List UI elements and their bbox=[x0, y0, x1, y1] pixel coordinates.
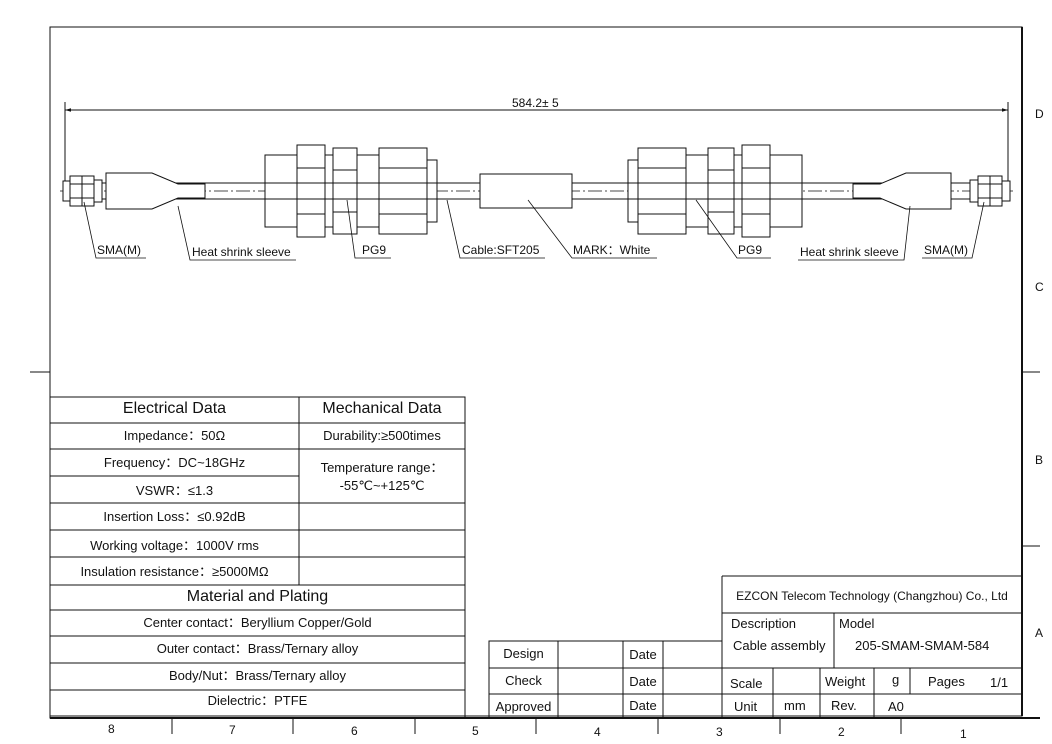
zone-row-c: C bbox=[1035, 280, 1044, 294]
design-label: Design bbox=[503, 646, 544, 661]
callout-mark: MARK：White bbox=[573, 243, 651, 257]
temperature-range-value: -55℃~+125℃ bbox=[339, 478, 425, 493]
electrical-data-title: Electrical Data bbox=[122, 400, 227, 417]
callout-pg9-right: PG9 bbox=[738, 243, 763, 257]
company-name: EZCON Telecom Technology (Changzhou) Co.… bbox=[736, 589, 1008, 603]
cable-assembly-drawing bbox=[30, 26, 1040, 734]
zone-row-a: A bbox=[1035, 626, 1044, 640]
impedance-value: Impedance：50Ω bbox=[123, 428, 226, 443]
check-label: Check bbox=[505, 673, 542, 688]
zone-col-1: 1 bbox=[960, 727, 967, 741]
frequency-value: Frequency：DC~18GHz bbox=[103, 455, 246, 470]
pages-label: Pages bbox=[928, 674, 965, 689]
zone-col-6: 6 bbox=[351, 724, 358, 738]
zone-col-3: 3 bbox=[716, 725, 723, 739]
insulation-resistance-value: Insulation resistance：≥5000MΩ bbox=[80, 564, 269, 579]
material-plating-title: Material and Plating bbox=[186, 588, 329, 605]
design-date-label: Date bbox=[629, 647, 657, 662]
zone-col-5: 5 bbox=[472, 724, 479, 738]
callout-pg9-left: PG9 bbox=[362, 243, 387, 257]
rev-value: A0 bbox=[888, 699, 904, 714]
zone-col-8: 8 bbox=[108, 722, 115, 736]
weight-value: g bbox=[892, 672, 900, 687]
unit-label: Unit bbox=[734, 699, 758, 714]
left-heat-shrink bbox=[105, 172, 206, 210]
vswr-value: VSWR：≤1.3 bbox=[135, 483, 214, 498]
zone-col-2: 2 bbox=[838, 725, 845, 739]
zone-col-7: 7 bbox=[229, 723, 236, 737]
model-value: 205-SMAM-SMAM-584 bbox=[855, 638, 990, 653]
center-contact-value: Center contact：Beryllium Copper/Gold bbox=[143, 615, 372, 630]
right-heat-shrink bbox=[852, 172, 952, 210]
zone-col-4: 4 bbox=[594, 725, 601, 739]
check-date-label: Date bbox=[629, 674, 657, 689]
zone-row-b: B bbox=[1035, 453, 1044, 467]
dielectric-value: Dielectric：PTFE bbox=[207, 693, 308, 708]
description-label: Description bbox=[731, 616, 797, 631]
right-pg9-gland bbox=[627, 144, 803, 238]
durability-value: Durability:≥500times bbox=[323, 428, 441, 443]
mark-sleeve bbox=[479, 173, 573, 209]
zone-row-d: D bbox=[1035, 107, 1044, 121]
approved-date-label: Date bbox=[629, 698, 657, 713]
callout-sma-left: SMA(M) bbox=[97, 243, 141, 257]
mechanical-data-title: Mechanical Data bbox=[322, 400, 442, 417]
insertion-loss-value: Insertion Loss：≤0.92dB bbox=[103, 509, 246, 524]
temperature-range-label: Temperature range： bbox=[320, 460, 444, 475]
callout-sma-right: SMA(M) bbox=[924, 243, 968, 257]
working-voltage-value: Working voltage：1000V rms bbox=[90, 538, 259, 553]
description-value: Cable assembly bbox=[733, 638, 826, 653]
outer-contact-value: Outer contact：Brass/Ternary alloy bbox=[156, 641, 359, 656]
callout-cable: Cable:SFT205 bbox=[462, 243, 540, 257]
unit-value: mm bbox=[784, 698, 806, 713]
weight-label: Weight bbox=[825, 674, 866, 689]
left-sma-connector bbox=[62, 175, 103, 207]
callout-heat-shrink-right: Heat shrink sleeve bbox=[800, 245, 899, 259]
left-pg9-gland bbox=[264, 144, 438, 238]
body-nut-value: Body/Nut：Brass/Ternary alloy bbox=[168, 668, 346, 683]
callout-heat-shrink-left: Heat shrink sleeve bbox=[192, 245, 291, 259]
right-sma-connector bbox=[969, 175, 1011, 207]
approved-label: Approved bbox=[495, 699, 552, 714]
overall-length-dimension: 584.2± 5 bbox=[512, 96, 559, 110]
rev-label: Rev. bbox=[831, 698, 857, 713]
scale-label: Scale bbox=[730, 676, 763, 691]
pages-value: 1/1 bbox=[990, 675, 1009, 690]
model-label: Model bbox=[839, 616, 875, 631]
